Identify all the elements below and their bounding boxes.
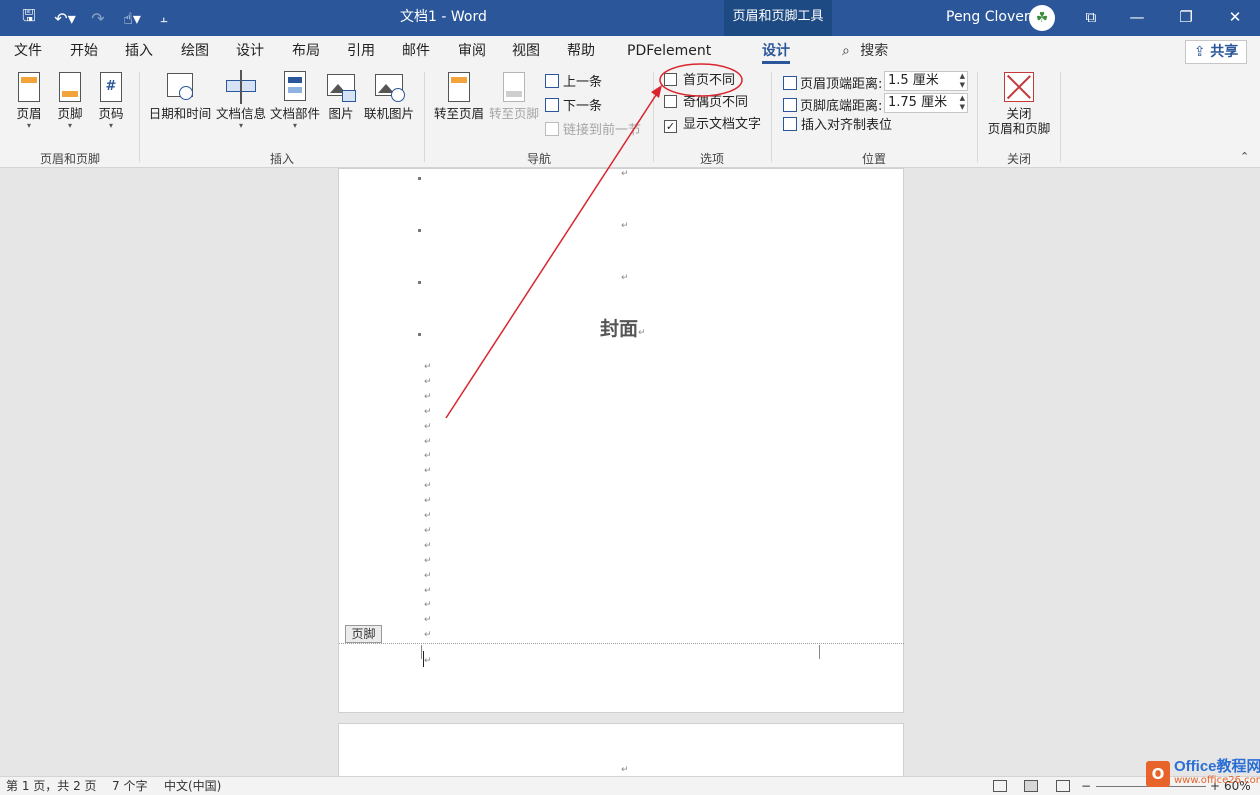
status-bar: 第 1 页，共 2 页 7 个字 中文(中国) − + 60% <box>0 776 1260 795</box>
office-logo-icon: O <box>1146 761 1170 787</box>
annotation-ellipse <box>659 63 743 97</box>
annotation-overlay <box>445 63 743 419</box>
web-layout-icon[interactable] <box>1056 780 1070 792</box>
read-mode-icon[interactable] <box>993 780 1007 792</box>
annotation-arrow-head <box>651 85 662 98</box>
watermark-main: Office教程网 <box>1174 758 1260 775</box>
zoom-out-icon[interactable]: − <box>1081 777 1091 795</box>
print-layout-icon[interactable] <box>1024 780 1038 792</box>
watermark: O Office教程网 www.office26.com <box>1146 758 1260 788</box>
annotation-arrow-line <box>445 94 657 419</box>
page-info[interactable]: 第 1 页，共 2 页 <box>6 777 97 795</box>
watermark-sub: www.office26.com <box>1174 775 1260 786</box>
word-count[interactable]: 7 个字 <box>112 777 147 795</box>
language[interactable]: 中文(中国) <box>164 777 221 795</box>
